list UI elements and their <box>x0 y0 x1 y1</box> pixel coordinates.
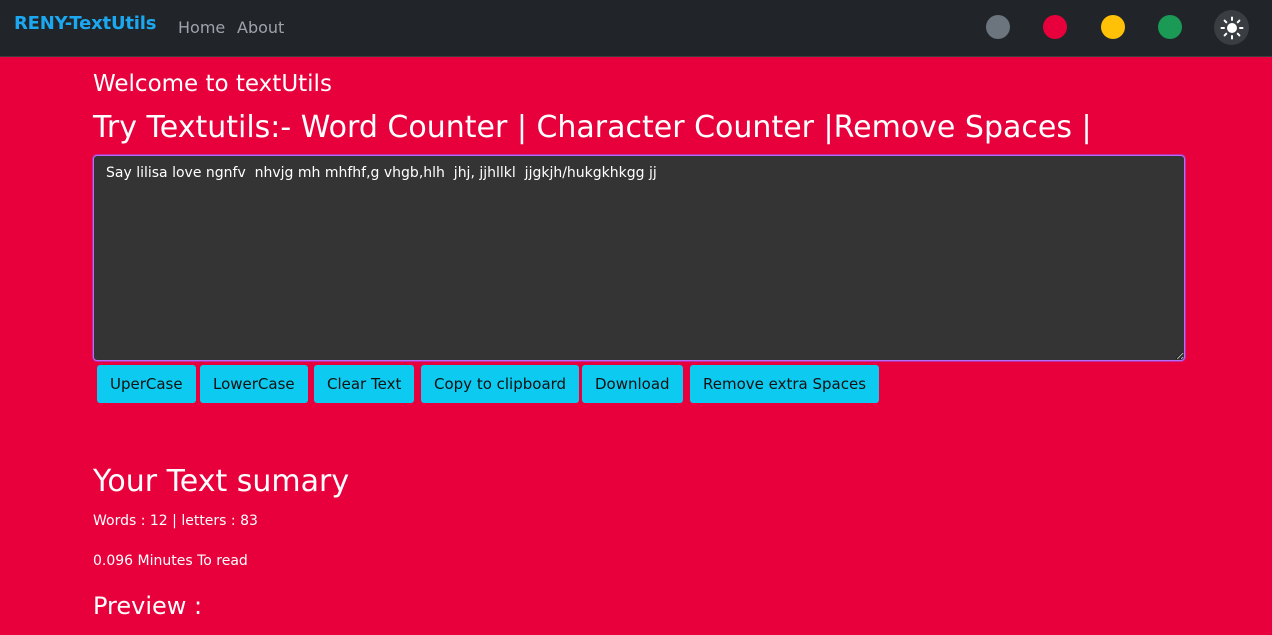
brand-link[interactable]: RENY-TextUtils <box>14 13 156 34</box>
theme-swatch-gray[interactable] <box>986 15 1010 39</box>
read-time-text: 0.096 Minutes To read <box>93 553 248 569</box>
clear-text-button[interactable]: Clear Text <box>314 365 415 403</box>
theme-swatch-yellow[interactable] <box>1101 15 1125 39</box>
theme-toggle-button[interactable] <box>1214 10 1249 45</box>
copy-to-clipboard-button[interactable]: Copy to clipboard <box>421 365 580 403</box>
text-input[interactable] <box>93 155 1185 361</box>
uppercase-button[interactable]: UperCase <box>97 365 196 403</box>
remove-extra-spaces-button[interactable]: Remove extra Spaces <box>690 365 880 403</box>
theme-swatch-red[interactable] <box>1043 15 1067 39</box>
welcome-heading: Welcome to textUtils <box>93 71 332 97</box>
lowercase-button[interactable]: LowerCase <box>200 365 308 403</box>
nav-link-about[interactable]: About <box>237 18 284 37</box>
page-title: Try Textutils:- Word Counter | Character… <box>93 110 1092 145</box>
word-letter-stats: Words : 12 | letters : 83 <box>93 513 258 529</box>
preview-heading: Preview : <box>93 592 203 620</box>
summary-heading: Your Text sumary <box>93 464 350 499</box>
theme-swatch-green[interactable] <box>1158 15 1182 39</box>
nav-link-home[interactable]: Home <box>178 18 225 37</box>
sun-icon <box>1220 16 1243 39</box>
download-button[interactable]: Download <box>582 365 683 403</box>
navbar: RENY-TextUtils Home About <box>0 0 1272 57</box>
